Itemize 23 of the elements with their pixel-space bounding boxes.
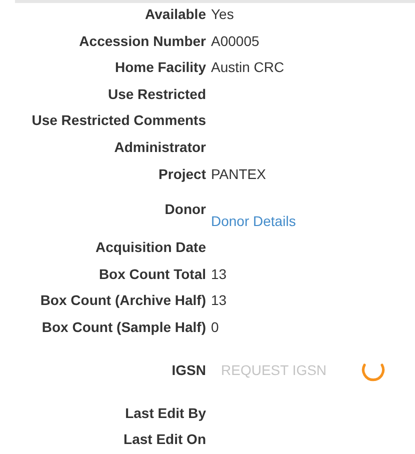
field-value: A00005 (211, 32, 260, 51)
field-label: Last Edit On (124, 431, 206, 448)
field-label: Home Facility (114, 59, 206, 76)
field-label: Acquisition Date (96, 239, 206, 256)
field-label: Use Restricted Comments (32, 112, 206, 128)
field-label: Available (145, 6, 206, 22)
field-value: 0 (211, 318, 219, 337)
field-value: PANTEX (211, 164, 266, 184)
field-value: 13 (211, 291, 227, 310)
field-label: IGSN (172, 362, 206, 378)
field-label: Box Count (Archive Half) (40, 292, 206, 308)
field-value: Austin CRC (211, 58, 284, 78)
field-label: Project (158, 166, 206, 182)
field-value: 13 (211, 264, 227, 284)
field-label: Accession Number (79, 32, 206, 49)
donor-details-link[interactable]: Donor Details (211, 210, 296, 232)
field-label: Use Restricted (108, 86, 206, 102)
field-label: Box Count (Sample Half) (42, 318, 206, 335)
field-label: Administrator (114, 138, 206, 155)
field-value: Yes (211, 5, 234, 24)
field-label: Box Count Total (98, 266, 206, 282)
field-label: Donor (164, 201, 206, 218)
field-label: Last Edit By (125, 404, 206, 421)
